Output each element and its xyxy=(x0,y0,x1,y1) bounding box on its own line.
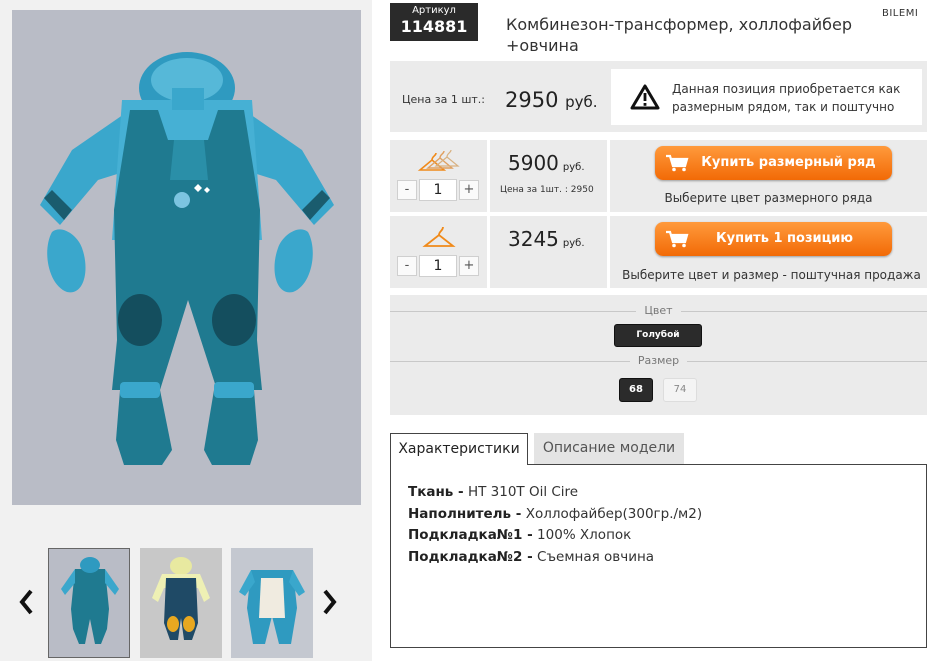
buy-button-label: Купить размерный ряд xyxy=(701,155,876,170)
quantity-input[interactable]: 1 xyxy=(419,255,457,277)
size-option-68[interactable]: 68 xyxy=(619,378,653,402)
chevron-left-icon[interactable] xyxy=(18,588,34,616)
size-header-label: Размер xyxy=(629,354,688,367)
quantity-cell: - 1 + xyxy=(390,216,487,288)
article-label: Артикул xyxy=(412,5,456,16)
spec-value: 100% Хлопок xyxy=(537,527,632,543)
quantity-input[interactable]: 1 xyxy=(419,179,457,201)
color-option-selected[interactable]: Голубой xyxy=(614,324,702,347)
hanger-icon xyxy=(422,224,456,254)
tab-model-description[interactable]: Описание модели xyxy=(534,433,684,465)
quantity-stepper: - 1 + xyxy=(397,255,479,277)
row-amount-value: 5900 xyxy=(508,151,559,175)
purchase-row-set: - 1 + 5900 руб. Цена за 1шт. : 2950 Купит… xyxy=(390,140,927,212)
product-gallery xyxy=(0,0,372,661)
thumbnail-2[interactable] xyxy=(140,548,222,658)
tab-characteristics[interactable]: Характеристики xyxy=(390,433,528,465)
chevron-right-icon[interactable] xyxy=(322,588,338,616)
buy-hint: Выберите цвет и размер - поштучная прода… xyxy=(622,268,921,282)
amount-cell: 3245 руб. xyxy=(490,216,607,288)
price-value: 2950 руб. xyxy=(505,88,598,112)
thumbnail-1[interactable] xyxy=(48,548,130,658)
product-title: Комбинезон-трансформер, холлофайбер +овч… xyxy=(506,15,852,55)
spec-row: Подкладка№2 - Съемная овчина xyxy=(408,547,926,569)
row-amount-currency: руб. xyxy=(562,162,585,173)
quantity-decrement-button[interactable]: - xyxy=(397,180,417,200)
unit-price-note: Цена за 1шт. : 2950 xyxy=(500,185,594,195)
spec-row: Ткань - HT 310T Oil Cire xyxy=(408,482,926,504)
spec-key: Подкладка№2 - xyxy=(408,548,533,565)
size-header: Размер xyxy=(390,354,927,367)
price-currency: руб. xyxy=(565,93,598,111)
buy-single-item-button[interactable]: Купить 1 позицию xyxy=(655,222,892,256)
quantity-decrement-button[interactable]: - xyxy=(397,256,417,276)
buy-cell: Купить размерный ряд Выберите цвет разме… xyxy=(610,140,927,212)
buy-cell: Купить 1 позицию Выберите цвет и размер … xyxy=(610,216,927,288)
spec-key: Ткань - xyxy=(408,484,464,500)
price-label: Цена за 1 шт.: xyxy=(402,93,485,106)
buy-button-label: Купить 1 позицию xyxy=(715,231,853,246)
spec-key: Подкладка№1 - xyxy=(408,527,533,543)
row-amount: 3245 руб. xyxy=(508,227,585,251)
quantity-stepper: - 1 + xyxy=(397,179,479,201)
notice-text: Данная позиция приобретается как размерн… xyxy=(672,82,901,114)
buy-size-range-button[interactable]: Купить размерный ряд xyxy=(655,146,892,180)
spec-row: Наполнитель - Холлофайбер(300гр./м2) xyxy=(408,504,926,526)
row-amount-value: 3245 xyxy=(508,227,559,251)
spec-key: Наполнитель - xyxy=(408,505,522,522)
spec-row: Подкладка№1 - 100% Хлопок xyxy=(408,525,926,547)
color-header: Цвет xyxy=(390,304,927,317)
amount-cell: 5900 руб. Цена за 1шт. : 2950 xyxy=(490,140,607,212)
spec-value: Холлофайбер(300гр./м2) xyxy=(525,505,703,522)
purchase-notice: Данная позиция приобретается как размерн… xyxy=(611,69,922,125)
row-amount-currency: руб. xyxy=(562,238,585,249)
article-badge: Артикул 114881 xyxy=(390,3,478,41)
main-product-photo[interactable] xyxy=(12,10,361,505)
size-option-74[interactable]: 74 xyxy=(663,378,697,402)
row-amount: 5900 руб. xyxy=(508,151,585,175)
color-header-label: Цвет xyxy=(636,304,681,317)
thumbnail-3[interactable] xyxy=(231,548,313,658)
characteristics-panel: Ткань - HT 310T Oil Cire Наполнитель - Х… xyxy=(390,464,927,648)
hangers-set-icon xyxy=(416,148,462,178)
purchase-row-single: - 1 + 3245 руб. Купить 1 позицию Выберите… xyxy=(390,216,927,288)
brand-name: BILEMI xyxy=(882,8,919,19)
price-amount: 2950 xyxy=(505,88,559,112)
price-box: Цена за 1 шт.: 2950 руб. Данная позиция … xyxy=(390,61,927,132)
warning-icon xyxy=(630,84,660,114)
thumbnail-strip xyxy=(0,540,372,661)
quantity-cell: - 1 + xyxy=(390,140,487,212)
spec-value: Съемная овчина xyxy=(537,548,655,565)
article-number: 114881 xyxy=(400,17,468,36)
buy-hint: Выберите цвет размерного ряда xyxy=(664,191,873,205)
options-panel: Цвет Голубой Размер 68 74 xyxy=(390,295,927,415)
quantity-increment-button[interactable]: + xyxy=(459,180,479,200)
spec-value: HT 310T Oil Cire xyxy=(467,484,579,500)
quantity-increment-button[interactable]: + xyxy=(459,256,479,276)
